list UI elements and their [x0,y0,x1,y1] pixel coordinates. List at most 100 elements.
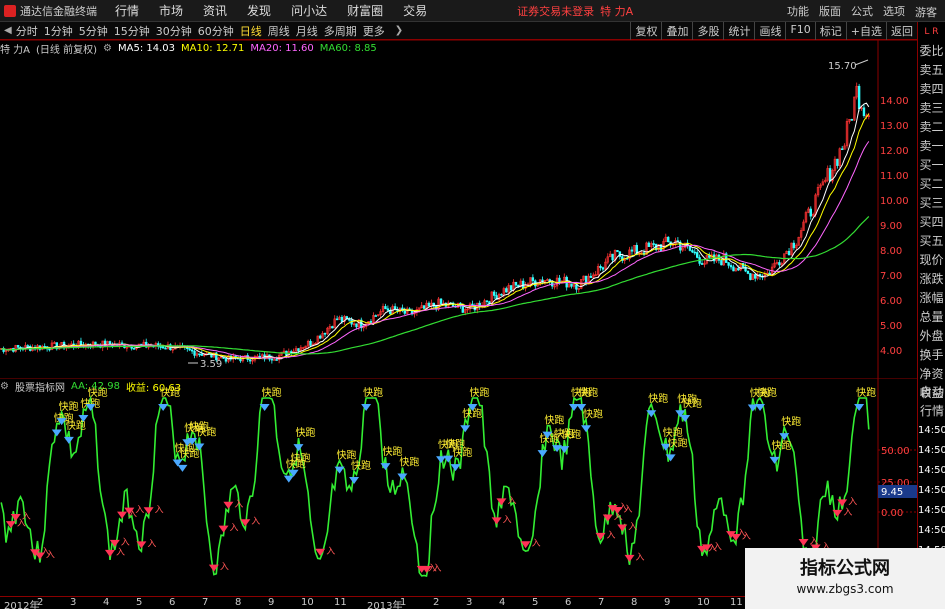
chart-toolbar: 复权 叠加 多股 统计 画线 F10 标记 +自选 返回 [630,22,917,40]
watermark-title: 指标公式网 [800,558,890,579]
mark-button[interactable]: 标记 [814,22,846,40]
f10-button[interactable]: F10 [785,22,814,40]
date-tick: 2 [433,597,440,608]
sell-signal-diamond-icon [450,464,461,472]
candle-body [647,242,651,247]
date-tick: 4 [499,597,506,608]
adjust-button[interactable]: 复权 [630,22,661,40]
candle-body [693,251,696,254]
date-tick: 9 [664,597,671,608]
enter-signal-label: 入 [742,531,751,542]
period-15min[interactable]: 15分钟 [114,23,150,39]
run-signal-label: 快跑 [337,449,357,462]
gain-value: 收益: 60.63 [125,382,182,394]
candle-body [485,300,489,303]
menu-ask[interactable]: 问小达 [291,2,327,19]
draw-line-button[interactable]: 画线 [754,22,785,40]
side-toggle[interactable]: 行情 [918,402,945,421]
candle-body [422,305,426,309]
candle-body [630,249,634,252]
date-tick: 3 [466,597,473,608]
menu-formula[interactable]: 公式 [851,3,873,19]
period-daily[interactable]: 日线 [240,23,262,39]
candle-body [319,335,322,339]
stats-button[interactable]: 统计 [723,22,754,40]
period-monthly[interactable]: 月线 [296,23,318,39]
period-1min[interactable]: 1分钟 [44,23,73,39]
candle-body [691,250,694,253]
run-signal-label: 快跑 [583,407,603,420]
date-tick: 2012年 [4,601,40,609]
enter-signal-label: 入 [230,523,239,534]
menu-layout[interactable]: 版面 [819,3,841,19]
candle-body [850,118,854,121]
period-30min[interactable]: 30分钟 [156,23,192,39]
menu-market[interactable]: 市场 [159,2,183,19]
tick-time: 14:50 [918,445,945,456]
overlay-button[interactable]: 叠加 [661,22,692,40]
chevron-left-icon[interactable]: ◀ [4,25,12,36]
candle-body [575,284,578,290]
y-tick-13: 13.00 [880,121,909,132]
side-field: 买五 [919,234,944,248]
period-weekly[interactable]: 周线 [268,23,290,39]
menu-options[interactable]: 选项 [883,3,905,19]
candle-body [700,263,704,265]
period-multi[interactable]: 多周期 [324,23,357,39]
title-bar: 通达信金融终端 行情 市场 资讯 发现 问小达 财富圈 交易 证券交易未登录 特… [0,0,945,22]
tick-time: 14:50 [918,425,945,436]
period-intraday[interactable]: 分时 [16,23,38,39]
candle-body [190,349,194,352]
settings-icon[interactable]: ⚙ [0,381,9,392]
stock-label: 特 力A [0,44,31,56]
run-signal-label: 快跑 [382,445,402,458]
run-signal-label: 快跑 [291,452,311,465]
menu-quotes[interactable]: 行情 [115,2,139,19]
settings-icon[interactable]: ⚙ [103,43,112,54]
enter-signal-label: 入 [46,550,55,561]
side-field: 总量 [919,310,944,324]
candle-body [200,353,203,356]
enter-signal-label: 入 [848,496,857,507]
sell-signal-diamond-icon [51,429,62,437]
candle-body [335,318,339,321]
side-field: 外盘 [919,329,944,343]
multi-stock-button[interactable]: 多股 [692,22,723,40]
run-signal-label: 快跑 [196,426,216,439]
menu-discover[interactable]: 发现 [247,2,271,19]
side-field: 现价 [919,253,944,267]
date-tick: 1 [400,597,407,608]
period-5min[interactable]: 5分钟 [79,23,108,39]
candle-body [828,168,832,182]
side-toggle[interactable]: 自动 [918,383,945,402]
menu-wealth[interactable]: 财富圈 [347,2,383,19]
date-tick: 3 [70,597,77,608]
candle-body [188,348,191,351]
sub-indicator-name: 股票指标网 [14,382,65,394]
back-button[interactable]: 返回 [886,22,917,40]
candle-body [514,281,518,286]
menu-function[interactable]: 功能 [787,3,809,19]
guest-button[interactable]: 游客 [915,4,937,20]
run-signal-label: 快跑 [757,386,777,399]
date-tick: 4 [103,597,110,608]
candlestick-chart[interactable]: 15.70 3.59 14.00 13.00 12.00 11.00 10.00… [0,40,917,378]
chevron-right-icon[interactable]: ❯ [395,25,403,36]
current-value-badge: 9.45 [881,487,903,498]
sell-signal-diamond-icon [581,425,592,433]
lr-toggle[interactable]: L R [918,22,945,42]
y-tick-12: 12.00 [880,146,909,157]
period-60min[interactable]: 60分钟 [198,23,234,39]
menu-news[interactable]: 资讯 [203,2,227,19]
login-status[interactable]: 证券交易未登录 [517,3,594,19]
buy-signal-diamond-icon [117,511,128,519]
period-more[interactable]: 更多 [363,23,385,39]
candle-body [198,353,201,356]
date-tick: 2013年 [367,601,403,609]
run-signal-label: 快跑 [363,386,383,399]
candle-body [323,333,327,335]
date-tick: 10 [301,597,314,608]
add-watchlist-button[interactable]: +自选 [845,22,886,40]
sell-signal-diamond-icon [361,404,372,411]
menu-trade[interactable]: 交易 [403,2,427,19]
